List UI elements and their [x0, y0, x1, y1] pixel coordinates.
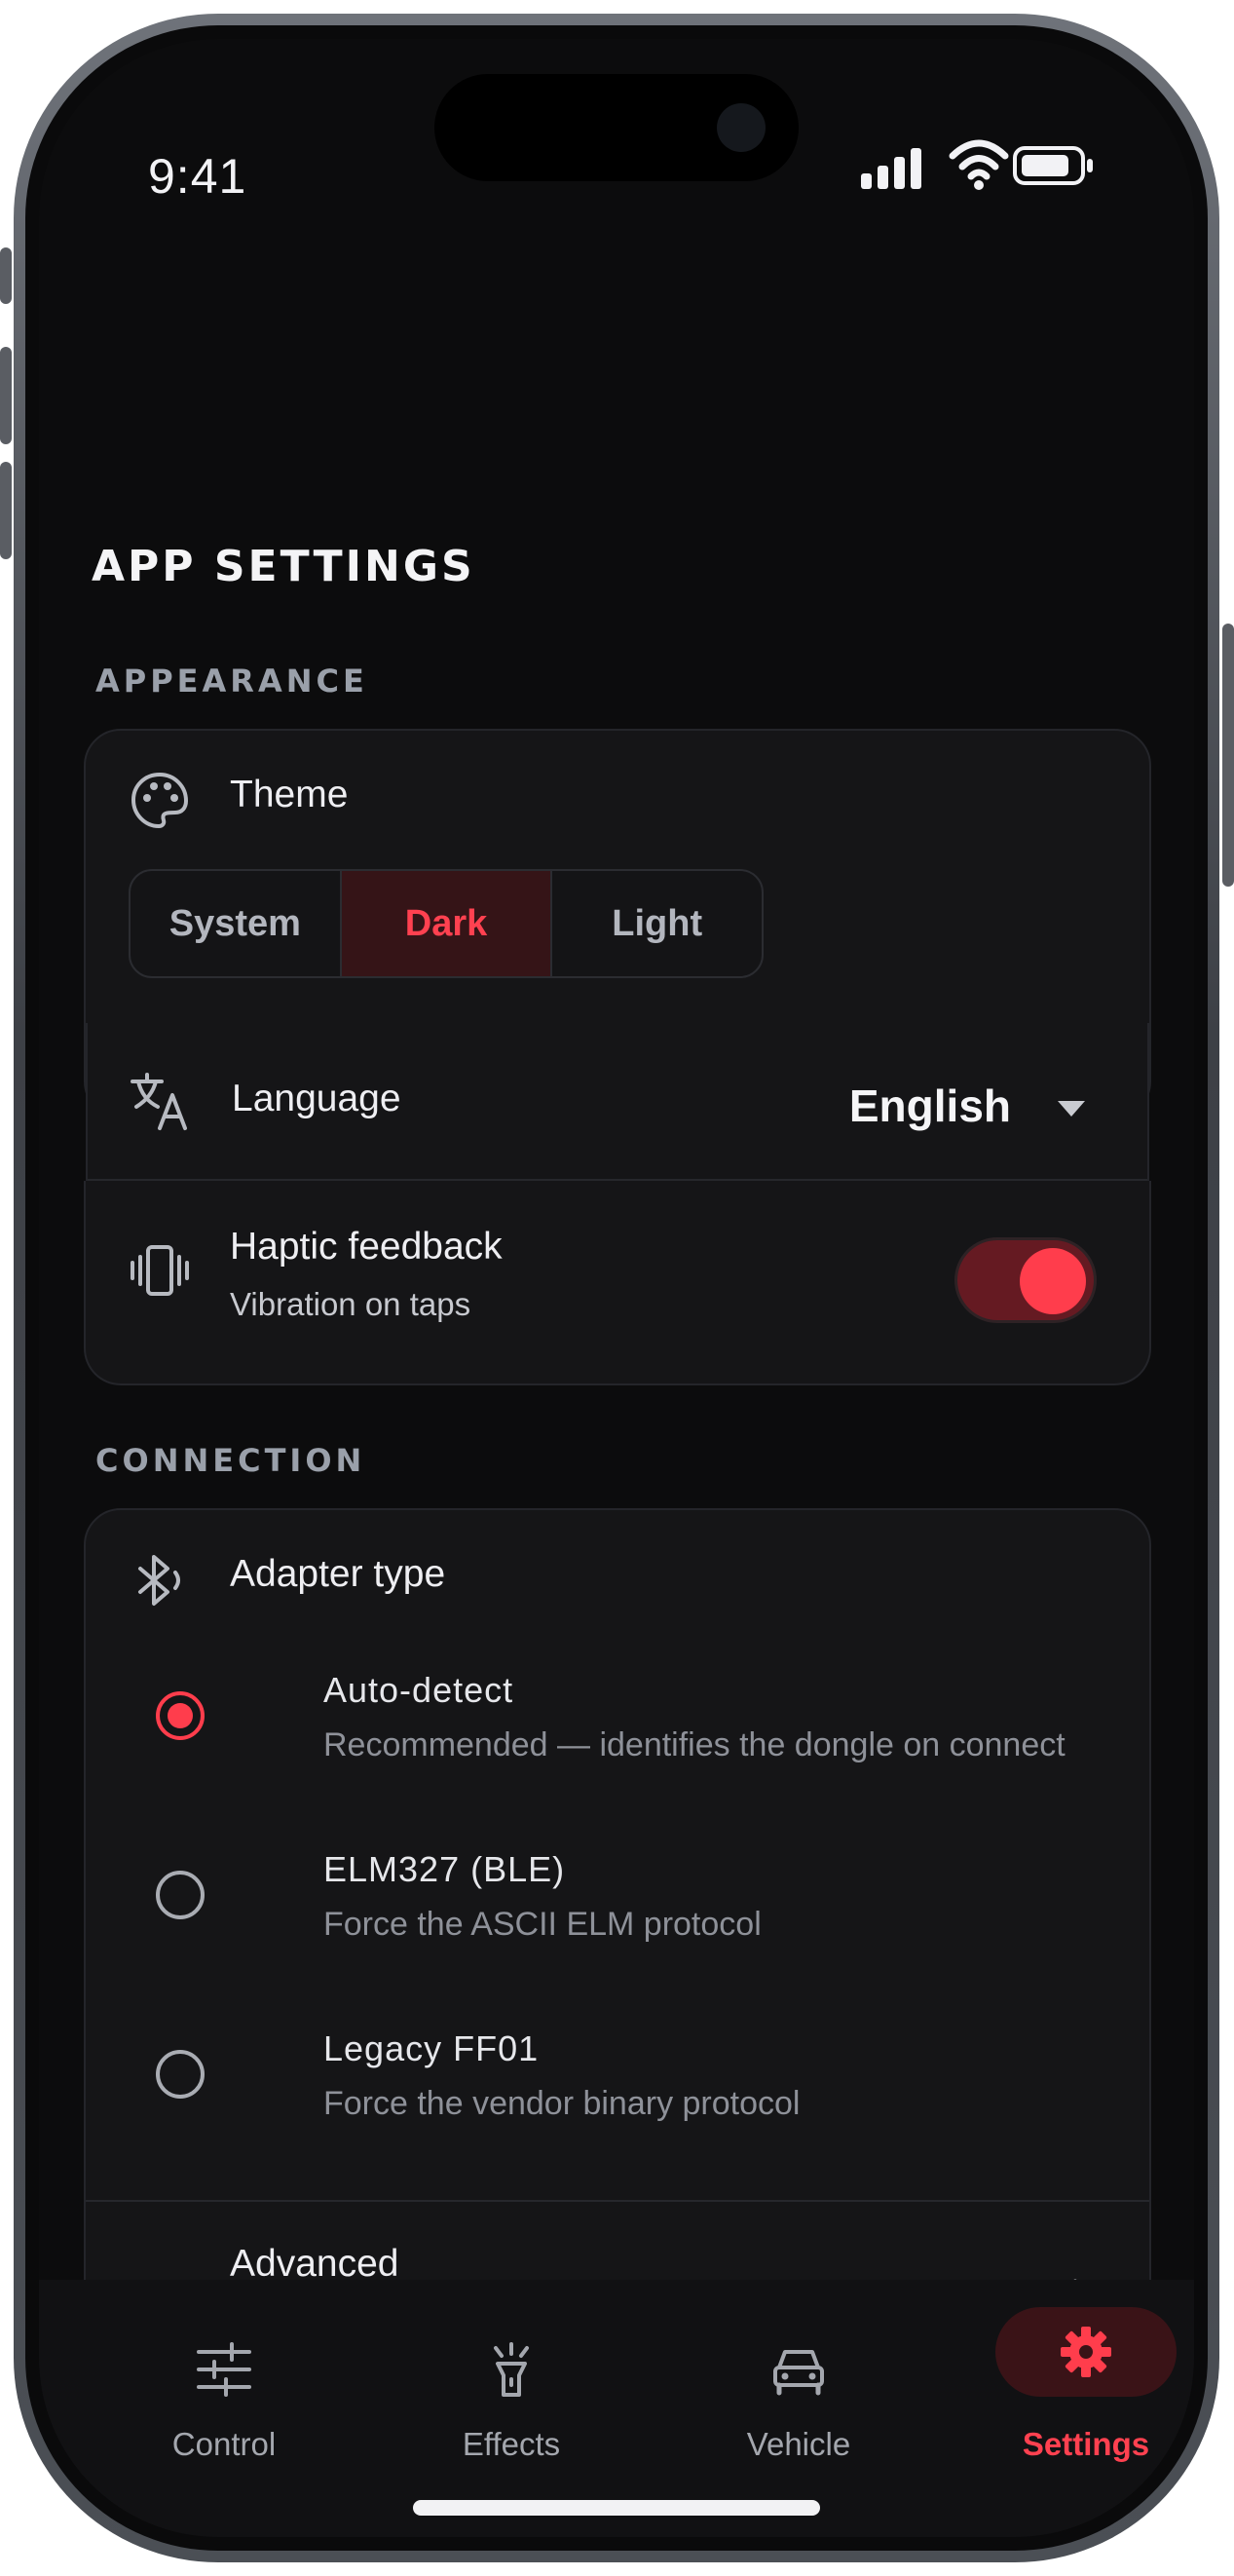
- front-camera: [717, 103, 766, 152]
- language-row[interactable]: Language English: [86, 1023, 1149, 1181]
- battery-icon: [1013, 146, 1093, 185]
- translate-icon: [131, 1073, 187, 1130]
- toggle-knob: [1020, 1248, 1086, 1314]
- haptic-label: Haptic feedback: [230, 1226, 503, 1268]
- haptic-row: Haptic feedback Vibration on taps: [84, 1181, 1151, 1385]
- tab-label: Control: [171, 2426, 277, 2462]
- flashlight-icon: [494, 2342, 529, 2397]
- tab-label: Vehicle: [746, 2426, 851, 2462]
- home-indicator: [413, 2500, 820, 2516]
- tab-control[interactable]: Control: [80, 2280, 368, 2475]
- bluetooth-icon: [138, 1555, 180, 1606]
- volume-up-button: [0, 347, 12, 444]
- option-label: Legacy FF01: [323, 2028, 540, 2068]
- adapter-option-elm327[interactable]: ELM327 (BLE) Force the ASCII ELM protoco…: [86, 1816, 1149, 1972]
- wifi-icon: [949, 139, 1009, 190]
- connection-card: Adapter type Auto-detect Recommended — i…: [84, 1508, 1151, 2385]
- palette-icon: [131, 773, 188, 828]
- adapter-option-auto-detect[interactable]: Auto-detect Recommended — identifies the…: [86, 1637, 1149, 1793]
- option-label: Auto-detect: [323, 1670, 514, 1710]
- option-sublabel: Recommended — identifies the dongle on c…: [323, 1726, 1066, 1763]
- dynamic-island: [434, 74, 799, 181]
- adapter-type-label: Adapter type: [230, 1553, 446, 1595]
- tab-settings[interactable]: Settings: [942, 2280, 1194, 2475]
- action-button: [0, 247, 12, 304]
- option-sublabel: Force the ASCII ELM protocol: [323, 1906, 762, 1943]
- language-label: Language: [232, 1078, 401, 1119]
- theme-option-light[interactable]: Light: [552, 871, 762, 976]
- page-title: APP SETTINGS: [92, 542, 475, 591]
- adapter-option-legacy-ff01[interactable]: Legacy FF01 Force the vendor binary prot…: [86, 1995, 1149, 2151]
- sliders-icon: [197, 2342, 251, 2397]
- radio-legacy-ff01[interactable]: [156, 2050, 205, 2099]
- tab-bar: Control Effects Vehicle Settings: [39, 2280, 1194, 2537]
- haptic-toggle[interactable]: [954, 1237, 1097, 1323]
- vibration-icon: [131, 1245, 189, 1296]
- tab-vehicle[interactable]: Vehicle: [654, 2280, 943, 2475]
- language-value[interactable]: English: [849, 1080, 1011, 1132]
- haptic-sublabel: Vibration on taps: [230, 1286, 471, 1322]
- tab-label: Effects: [462, 2426, 561, 2462]
- tab-label: Settings: [1022, 2426, 1150, 2462]
- radio-elm327[interactable]: [156, 1871, 205, 1919]
- volume-down-button: [0, 462, 12, 559]
- cellular-signal-icon: [861, 148, 921, 189]
- connection-section-label: CONNECTION: [95, 1442, 366, 1479]
- option-sublabel: Force the vendor binary protocol: [323, 2085, 801, 2122]
- tab-effects[interactable]: Effects: [367, 2280, 655, 2475]
- phone-screen: 9:41 APP SETTINGS APPEARANCE Theme Syste…: [39, 39, 1194, 2537]
- theme-option-dark[interactable]: Dark: [341, 871, 553, 976]
- gear-icon: [1061, 2327, 1111, 2377]
- theme-option-system[interactable]: System: [131, 871, 342, 976]
- option-label: ELM327 (BLE): [323, 1849, 566, 1889]
- caret-down-icon: [1058, 1101, 1085, 1117]
- car-icon: [773, 2350, 824, 2396]
- status-time: 9:41: [148, 149, 247, 204]
- theme-segmented-control: System Dark Light: [129, 869, 764, 978]
- theme-label: Theme: [230, 774, 349, 815]
- radio-auto-detect[interactable]: [156, 1691, 205, 1740]
- power-button: [1222, 624, 1234, 887]
- appearance-section-label: APPEARANCE: [95, 663, 368, 700]
